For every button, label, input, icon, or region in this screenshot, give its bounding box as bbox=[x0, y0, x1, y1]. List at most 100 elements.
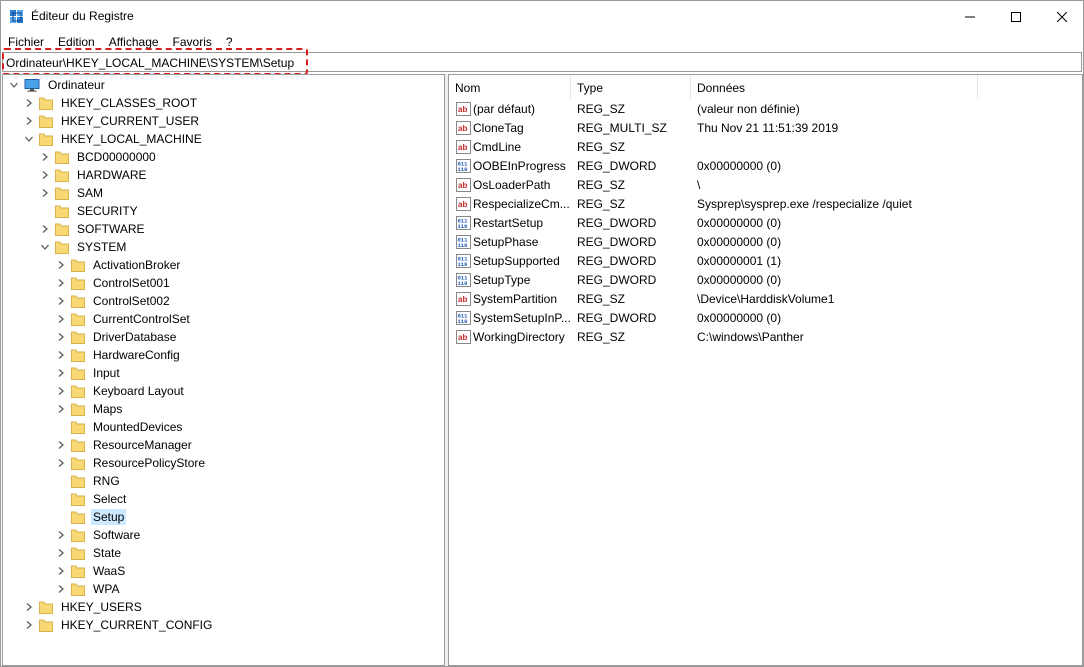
chevron-right-icon[interactable] bbox=[55, 400, 67, 418]
tree-item-bcd[interactable]: BCD00000000 bbox=[39, 148, 158, 166]
tree-item-label[interactable]: SYSTEM bbox=[75, 239, 128, 255]
tree-item-activationbroker[interactable]: ActivationBroker bbox=[55, 256, 182, 274]
tree-item-controlset002[interactable]: ControlSet002 bbox=[55, 292, 172, 310]
tree-item-label[interactable]: HARDWARE bbox=[75, 167, 149, 183]
tree-item-label[interactable]: BCD00000000 bbox=[75, 149, 158, 165]
tree-item-label[interactable]: ActivationBroker bbox=[91, 257, 182, 273]
column-header-type[interactable]: Type bbox=[571, 75, 691, 99]
chevron-down-icon[interactable] bbox=[23, 130, 35, 148]
tree-item-sam[interactable]: SAM bbox=[39, 184, 105, 202]
tree-item-hkey-current-config[interactable]: HKEY_CURRENT_CONFIG bbox=[23, 616, 214, 634]
close-button[interactable] bbox=[1039, 1, 1084, 32]
table-row[interactable]: 011 110 OOBEInProgress REG_DWORD 0x00000000 … bbox=[449, 157, 1082, 176]
chevron-right-icon[interactable] bbox=[39, 166, 51, 184]
tree-item-label[interactable]: DriverDatabase bbox=[91, 329, 178, 345]
tree-item-label[interactable]: HKEY_CURRENT_USER bbox=[59, 113, 201, 129]
tree-item-security[interactable]: SECURITY bbox=[39, 202, 140, 220]
tree-item-label[interactable]: RNG bbox=[91, 473, 122, 489]
column-header-data[interactable]: Données bbox=[691, 75, 978, 99]
chevron-right-icon[interactable] bbox=[55, 454, 67, 472]
chevron-right-icon[interactable] bbox=[23, 112, 35, 130]
chevron-right-icon[interactable] bbox=[55, 364, 67, 382]
tree-item-label[interactable]: Maps bbox=[91, 401, 124, 417]
tree-item-label[interactable]: ControlSet001 bbox=[91, 275, 172, 291]
tree-item-label[interactable]: SAM bbox=[75, 185, 105, 201]
table-row[interactable]: ab CloneTag REG_MULTI_SZ Thu Nov 21 11:51:3… bbox=[449, 119, 1082, 138]
table-row[interactable]: ab RespecializeCm... REG_SZ Sysprep\sysprep… bbox=[449, 195, 1082, 214]
chevron-right-icon[interactable] bbox=[39, 184, 51, 202]
chevron-right-icon[interactable] bbox=[55, 562, 67, 580]
tree-item-rng[interactable]: RNG bbox=[55, 472, 122, 490]
maximize-button[interactable] bbox=[993, 1, 1039, 32]
tree-item-currentcontrolset[interactable]: CurrentControlSet bbox=[55, 310, 192, 328]
table-row[interactable]: ab (par défaut) REG_SZ (valeur non définie) bbox=[449, 100, 1082, 119]
table-row[interactable]: ab SystemPartition REG_SZ \Device\HarddiskV… bbox=[449, 290, 1082, 309]
table-row[interactable]: ab WorkingDirectory REG_SZ C:\windows\Panth… bbox=[449, 328, 1082, 347]
tree-item-label[interactable]: SECURITY bbox=[75, 203, 140, 219]
chevron-right-icon[interactable] bbox=[55, 382, 67, 400]
chevron-down-icon[interactable] bbox=[8, 76, 20, 94]
tree-item-wpa[interactable]: WPA bbox=[55, 580, 121, 598]
table-row[interactable]: 011 110 RestartSetup REG_DWORD 0x00000000 (0… bbox=[449, 214, 1082, 233]
chevron-right-icon[interactable] bbox=[55, 436, 67, 454]
tree-item-label[interactable]: Select bbox=[91, 491, 128, 507]
chevron-right-icon[interactable] bbox=[23, 598, 35, 616]
tree-item-hkey-current-user[interactable]: HKEY_CURRENT_USER bbox=[23, 112, 201, 130]
tree-item-system[interactable]: SYSTEM bbox=[39, 238, 128, 256]
chevron-right-icon[interactable] bbox=[23, 616, 35, 634]
chevron-right-icon[interactable] bbox=[55, 526, 67, 544]
tree-item-setup[interactable]: Setup bbox=[55, 508, 127, 526]
tree-item-hkey-classes-root[interactable]: HKEY_CLASSES_ROOT bbox=[23, 94, 199, 112]
chevron-right-icon[interactable] bbox=[55, 274, 67, 292]
chevron-right-icon[interactable] bbox=[55, 328, 67, 346]
tree-item-label[interactable]: Ordinateur bbox=[46, 77, 107, 93]
table-row[interactable]: ab CmdLine REG_SZ bbox=[449, 138, 1082, 157]
tree-item-label[interactable]: WPA bbox=[91, 581, 121, 597]
chevron-right-icon[interactable] bbox=[23, 94, 35, 112]
tree-item-label[interactable]: CurrentControlSet bbox=[91, 311, 192, 327]
tree-item-label[interactable]: Keyboard Layout bbox=[91, 383, 186, 399]
chevron-down-icon[interactable] bbox=[39, 238, 51, 256]
tree-item-label[interactable]: HKEY_CLASSES_ROOT bbox=[59, 95, 199, 111]
tree-item-controlset001[interactable]: ControlSet001 bbox=[55, 274, 172, 292]
tree-item-label[interactable]: Setup bbox=[91, 509, 127, 525]
title-bar[interactable]: Éditeur du Registre bbox=[1, 1, 1083, 32]
tree-item-label[interactable]: Input bbox=[91, 365, 122, 381]
tree-item-label[interactable]: ResourceManager bbox=[91, 437, 194, 453]
tree-item-hardwareconfig[interactable]: HardwareConfig bbox=[55, 346, 182, 364]
tree-item-resourcepolicystore[interactable]: ResourcePolicyStore bbox=[55, 454, 207, 472]
tree-item-label[interactable]: HKEY_CURRENT_CONFIG bbox=[59, 617, 214, 633]
tree-item-software[interactable]: Software bbox=[55, 526, 142, 544]
tree-item-waas[interactable]: WaaS bbox=[55, 562, 127, 580]
tree-item-resourcemanager[interactable]: ResourceManager bbox=[55, 436, 194, 454]
tree-item-label[interactable]: HKEY_LOCAL_MACHINE bbox=[59, 131, 204, 147]
tree-item-label[interactable]: HKEY_USERS bbox=[59, 599, 144, 615]
chevron-right-icon[interactable] bbox=[55, 580, 67, 598]
chevron-right-icon[interactable] bbox=[55, 310, 67, 328]
tree-item-label[interactable]: WaaS bbox=[91, 563, 127, 579]
table-row[interactable]: 011 110 SetupType REG_DWORD 0x00000000 (0) bbox=[449, 271, 1082, 290]
tree-item-ordinateur[interactable]: Ordinateur bbox=[8, 76, 107, 94]
tree-item-hkey-users[interactable]: HKEY_USERS bbox=[23, 598, 144, 616]
table-row[interactable]: ab OsLoaderPath REG_SZ \ bbox=[449, 176, 1082, 195]
tree-item-maps[interactable]: Maps bbox=[55, 400, 124, 418]
tree-item-software[interactable]: SOFTWARE bbox=[39, 220, 147, 238]
tree-item-mounteddevices[interactable]: MountedDevices bbox=[55, 418, 184, 436]
chevron-right-icon[interactable] bbox=[55, 292, 67, 310]
tree-item-state[interactable]: State bbox=[55, 544, 123, 562]
tree-item-label[interactable]: SOFTWARE bbox=[75, 221, 147, 237]
tree-item-driverdatabase[interactable]: DriverDatabase bbox=[55, 328, 178, 346]
key-tree-pane[interactable]: Ordinateur HKEY_CLASSES_ROOT HKEY_CURRENT_… bbox=[2, 74, 445, 666]
tree-item-label[interactable]: ResourcePolicyStore bbox=[91, 455, 207, 471]
chevron-right-icon[interactable] bbox=[55, 256, 67, 274]
tree-item-label[interactable]: ControlSet002 bbox=[91, 293, 172, 309]
chevron-right-icon[interactable] bbox=[39, 148, 51, 166]
chevron-right-icon[interactable] bbox=[39, 220, 51, 238]
table-row[interactable]: 011 110 SystemSetupInP... REG_DWORD 0x000000… bbox=[449, 309, 1082, 328]
tree-item-label[interactable]: HardwareConfig bbox=[91, 347, 182, 363]
column-header-name[interactable]: Nom bbox=[449, 75, 571, 99]
tree-item-label[interactable]: Software bbox=[91, 527, 142, 543]
tree-item-label[interactable]: State bbox=[91, 545, 123, 561]
chevron-right-icon[interactable] bbox=[55, 544, 67, 562]
table-row[interactable]: 011 110 SetupSupported REG_DWORD 0x00000001 … bbox=[449, 252, 1082, 271]
